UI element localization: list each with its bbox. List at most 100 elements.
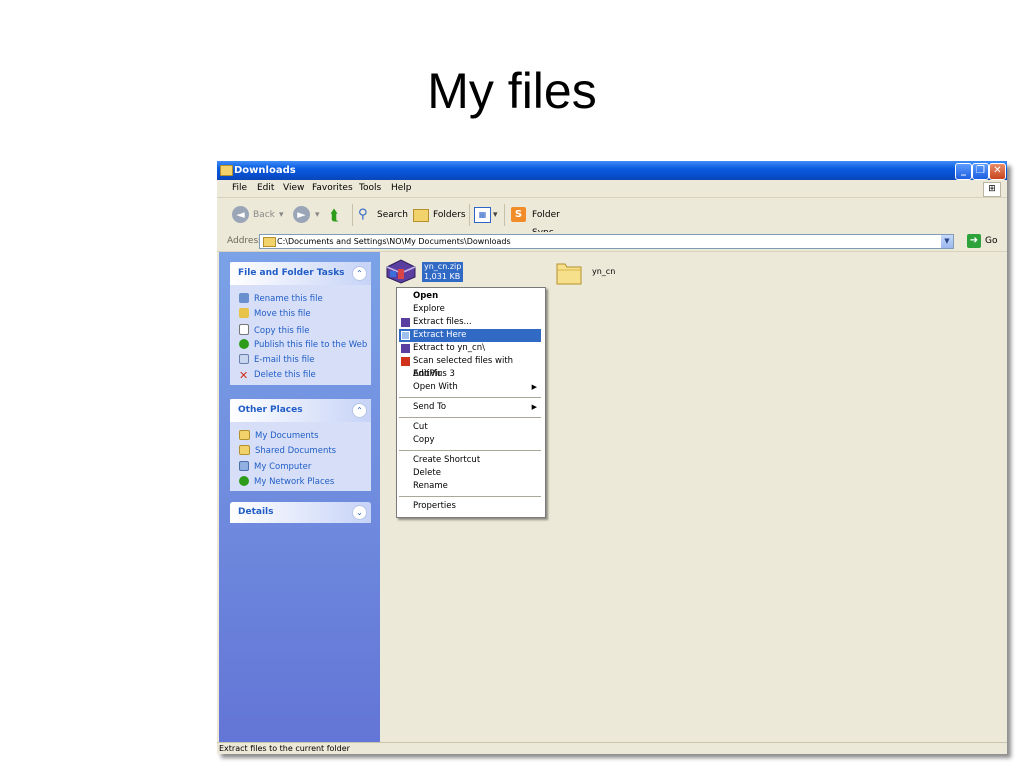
- menu-item-scan-antivir[interactable]: Scan selected files with AntiVir: [399, 355, 541, 379]
- other-places-header[interactable]: Other Places ⌃: [230, 399, 371, 422]
- menu-item-delete[interactable]: Delete: [399, 467, 541, 480]
- expand-icon[interactable]: ⌄: [352, 505, 367, 520]
- menu-item-extract-here[interactable]: Extract Here: [399, 329, 541, 342]
- menu-separator: [399, 496, 541, 497]
- forward-button[interactable]: ►: [293, 206, 313, 224]
- windows-logo-icon: ⊞: [983, 182, 1001, 197]
- email-icon: [239, 354, 249, 364]
- computer-icon: [239, 461, 249, 471]
- back-arrow-icon: ◄: [232, 206, 249, 223]
- menu-item-send-to[interactable]: Send To ▶: [399, 401, 541, 414]
- views-button[interactable]: ▦ ▾: [474, 206, 502, 224]
- task-rename[interactable]: Rename this file: [239, 293, 323, 306]
- minimize-button[interactable]: _: [955, 163, 972, 180]
- folder-icon: [220, 165, 233, 176]
- menu-view[interactable]: View: [283, 183, 304, 193]
- move-icon: [239, 308, 249, 318]
- address-label: Address: [227, 236, 263, 246]
- toolbar-divider: [469, 204, 470, 226]
- other-places-title: Other Places: [238, 405, 303, 415]
- zip-file-icon[interactable]: [384, 258, 418, 284]
- task-email[interactable]: E-mail this file: [239, 354, 315, 367]
- menu-item-explore[interactable]: Explore: [399, 303, 541, 316]
- folder-icon[interactable]: [555, 259, 583, 286]
- menu-separator: [399, 397, 541, 398]
- copy-icon: [239, 324, 249, 335]
- place-my-documents[interactable]: My Documents: [239, 430, 319, 443]
- status-text: Extract files to the current folder: [219, 744, 350, 753]
- folder-sync-icon: S: [511, 207, 526, 222]
- selected-file-label[interactable]: yn_cn.zip 1,031 KB: [422, 262, 464, 282]
- search-button[interactable]: ⚲ Search: [358, 206, 408, 224]
- folder-icon: [239, 430, 250, 440]
- menu-separator: [399, 450, 541, 451]
- details-header[interactable]: Details ⌄: [230, 502, 371, 523]
- delete-icon: ✕: [239, 369, 249, 382]
- folders-icon: [413, 209, 429, 222]
- go-button[interactable]: Go: [985, 236, 997, 246]
- folder-sync-button[interactable]: S Folder Sync: [511, 206, 583, 238]
- place-my-network[interactable]: My Network Places: [239, 476, 334, 489]
- winrar-icon: [401, 331, 410, 340]
- task-pane: File and Folder Tasks ⌃ Rename this file…: [219, 252, 380, 742]
- place-my-computer[interactable]: My Computer: [239, 461, 311, 474]
- rename-icon: [239, 293, 249, 303]
- up-folder-icon[interactable]: ⮬: [330, 206, 348, 224]
- forward-arrow-icon: ►: [293, 206, 310, 223]
- menu-bar: File Edit View Favorites Tools Help ⊞: [217, 180, 1007, 198]
- place-shared-documents[interactable]: Shared Documents: [239, 445, 336, 458]
- menu-item-properties[interactable]: Properties: [399, 500, 541, 513]
- other-places-panel: Other Places ⌃ My Documents Shared Docum…: [230, 399, 371, 491]
- folders-button[interactable]: Folders: [413, 206, 466, 224]
- menu-item-open[interactable]: Open: [399, 290, 541, 303]
- menu-tools[interactable]: Tools: [359, 183, 381, 193]
- winrar-icon: [401, 344, 410, 353]
- task-copy[interactable]: Copy this file: [239, 324, 309, 337]
- status-bar: Extract files to the current folder: [217, 742, 1007, 754]
- task-move[interactable]: Move this file: [239, 308, 311, 321]
- collapse-icon[interactable]: ⌃: [352, 266, 367, 281]
- file-size: 1,031 KB: [424, 272, 461, 281]
- menu-favorites[interactable]: Favorites: [312, 183, 353, 193]
- file-tasks-title: File and Folder Tasks: [238, 268, 345, 278]
- submenu-arrow-icon: ▶: [531, 403, 537, 411]
- file-tasks-header[interactable]: File and Folder Tasks ⌃: [230, 262, 371, 285]
- menu-item-copy[interactable]: Copy: [399, 434, 541, 447]
- toolbar: ◄ Back ▾ ► ▾ ⮬ ⚲ Search Folders ▦ ▾ S Fo…: [217, 198, 1007, 238]
- details-title: Details: [238, 507, 274, 517]
- title-bar[interactable]: Downloads _ ❐ ✕: [217, 161, 1007, 180]
- menu-item-cut[interactable]: Cut: [399, 421, 541, 434]
- views-dropdown-icon: ▾: [493, 210, 498, 220]
- menu-item-create-shortcut[interactable]: Create Shortcut: [399, 454, 541, 467]
- folder-icon: [263, 237, 276, 247]
- menu-file[interactable]: File: [232, 183, 247, 193]
- menu-item-rename[interactable]: Rename: [399, 480, 541, 493]
- collapse-icon[interactable]: ⌃: [352, 403, 367, 418]
- menu-separator: [399, 417, 541, 418]
- maximize-button[interactable]: ❐: [972, 163, 989, 180]
- menu-edit[interactable]: Edit: [257, 183, 274, 193]
- explorer-window: Downloads _ ❐ ✕ File Edit View Favorites…: [217, 161, 1007, 754]
- go-arrow-icon[interactable]: ➜: [967, 234, 981, 248]
- close-button[interactable]: ✕: [989, 163, 1006, 180]
- window-title: Downloads: [234, 165, 296, 176]
- address-input[interactable]: C:\Documents and Settings\NO\My Document…: [259, 234, 954, 249]
- search-icon: ⚲: [358, 207, 368, 222]
- back-button[interactable]: ◄ Back: [232, 206, 275, 224]
- address-dropdown-icon[interactable]: ▼: [941, 235, 953, 248]
- antivir-icon: [401, 357, 410, 366]
- menu-item-extract-to[interactable]: Extract to yn_cn\: [399, 342, 541, 355]
- task-delete[interactable]: ✕ Delete this file: [239, 369, 316, 382]
- address-path: C:\Documents and Settings\NO\My Document…: [277, 237, 511, 246]
- menu-item-open-with[interactable]: Open With ▶: [399, 381, 541, 394]
- task-publish[interactable]: Publish this file to the Web: [239, 339, 367, 352]
- folder-name[interactable]: yn_cn: [592, 267, 615, 276]
- menu-item-extract-files[interactable]: Extract files...: [399, 316, 541, 329]
- menu-help[interactable]: Help: [391, 183, 412, 193]
- menu-item-editplus[interactable]: EditPlus 3: [399, 368, 541, 381]
- folders-label: Folders: [433, 210, 466, 220]
- search-label: Search: [377, 210, 408, 220]
- back-dropdown-icon[interactable]: ▾: [279, 206, 287, 224]
- views-icon: ▦: [474, 207, 491, 223]
- forward-dropdown-icon[interactable]: ▾: [315, 206, 323, 224]
